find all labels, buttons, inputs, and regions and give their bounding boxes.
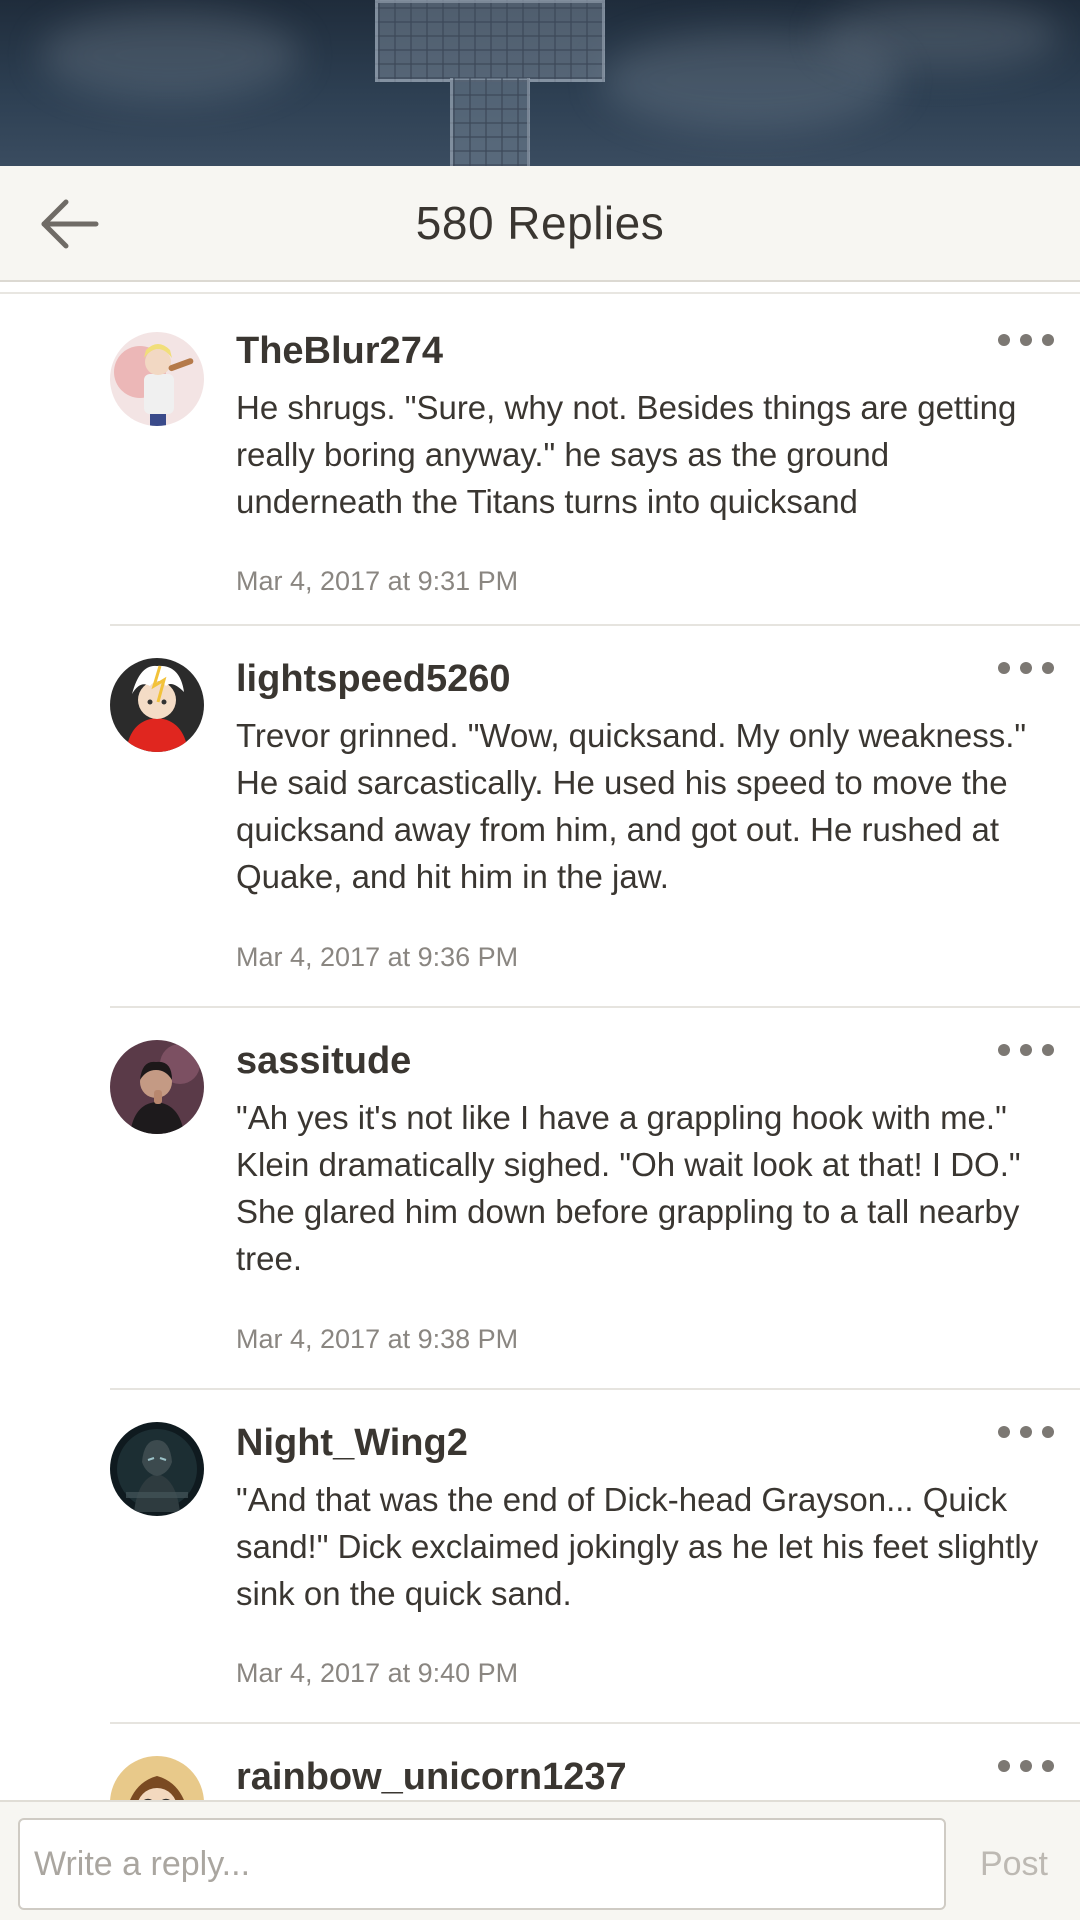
reply-username[interactable]: TheBlur274: [236, 330, 443, 373]
reply-timestamp: Mar 4, 2017 at 9:31 PM: [236, 566, 519, 596]
reply-input[interactable]: [18, 1818, 946, 1910]
replies-list[interactable]: TheBlur274 He shrugs. "Sure, why not. Be…: [0, 284, 1080, 1800]
reply-username[interactable]: sassitude: [236, 1040, 411, 1083]
ellipsis-icon: [998, 1044, 1010, 1056]
reply-username[interactable]: Night_Wing2: [236, 1422, 468, 1465]
more-options-button[interactable]: [998, 1750, 1054, 1780]
avatar[interactable]: [110, 1040, 204, 1134]
page-title: 580 Replies: [415, 197, 665, 249]
post-button[interactable]: Post: [964, 1818, 1064, 1910]
more-options-button[interactable]: [998, 1416, 1054, 1446]
reply-timestamp: Mar 4, 2017 at 9:36 PM: [236, 942, 519, 972]
header-banner-image: [0, 0, 1080, 166]
more-options-button[interactable]: [998, 1034, 1054, 1064]
reply-username[interactable]: lightspeed5260: [236, 658, 511, 701]
reply-item: sassitude "Ah yes it's not like I have a…: [110, 1008, 1080, 1390]
reply-item: TheBlur274 He shrugs. "Sure, why not. Be…: [110, 294, 1080, 626]
reply-text: "And that was the end of Dick-head Grays…: [236, 1481, 1039, 1612]
reply-text: Trevor grinned. "Wow, quicksand. My only…: [236, 717, 1027, 895]
ellipsis-icon: [998, 662, 1010, 674]
reply-item: Night_Wing2 "And that was the end of Dic…: [110, 1390, 1080, 1724]
avatar[interactable]: [110, 332, 204, 426]
reply-text: "Ah yes it's not like I have a grappling…: [236, 1099, 1021, 1277]
avatar[interactable]: [110, 1422, 204, 1516]
reply-composer: Post: [0, 1800, 1080, 1920]
more-options-button[interactable]: [998, 324, 1054, 354]
avatar[interactable]: [110, 658, 204, 752]
reply-item: rainbow_unicorn1237: [110, 1724, 1080, 1800]
ellipsis-icon: [998, 1426, 1010, 1438]
reply-timestamp: Mar 4, 2017 at 9:40 PM: [236, 1658, 519, 1688]
avatar[interactable]: [110, 1756, 204, 1800]
reply-timestamp: Mar 4, 2017 at 9:38 PM: [236, 1324, 519, 1354]
tower-graphic: [375, 0, 605, 82]
top-bar: 580 Replies: [0, 166, 1080, 282]
more-options-button[interactable]: [998, 652, 1054, 682]
ellipsis-icon: [998, 1760, 1010, 1772]
reply-item: lightspeed5260 Trevor grinned. "Wow, qui…: [110, 626, 1080, 1008]
reply-username[interactable]: rainbow_unicorn1237: [236, 1756, 627, 1799]
ellipsis-icon: [998, 334, 1010, 346]
reply-text: He shrugs. "Sure, why not. Besides thing…: [236, 389, 1017, 520]
